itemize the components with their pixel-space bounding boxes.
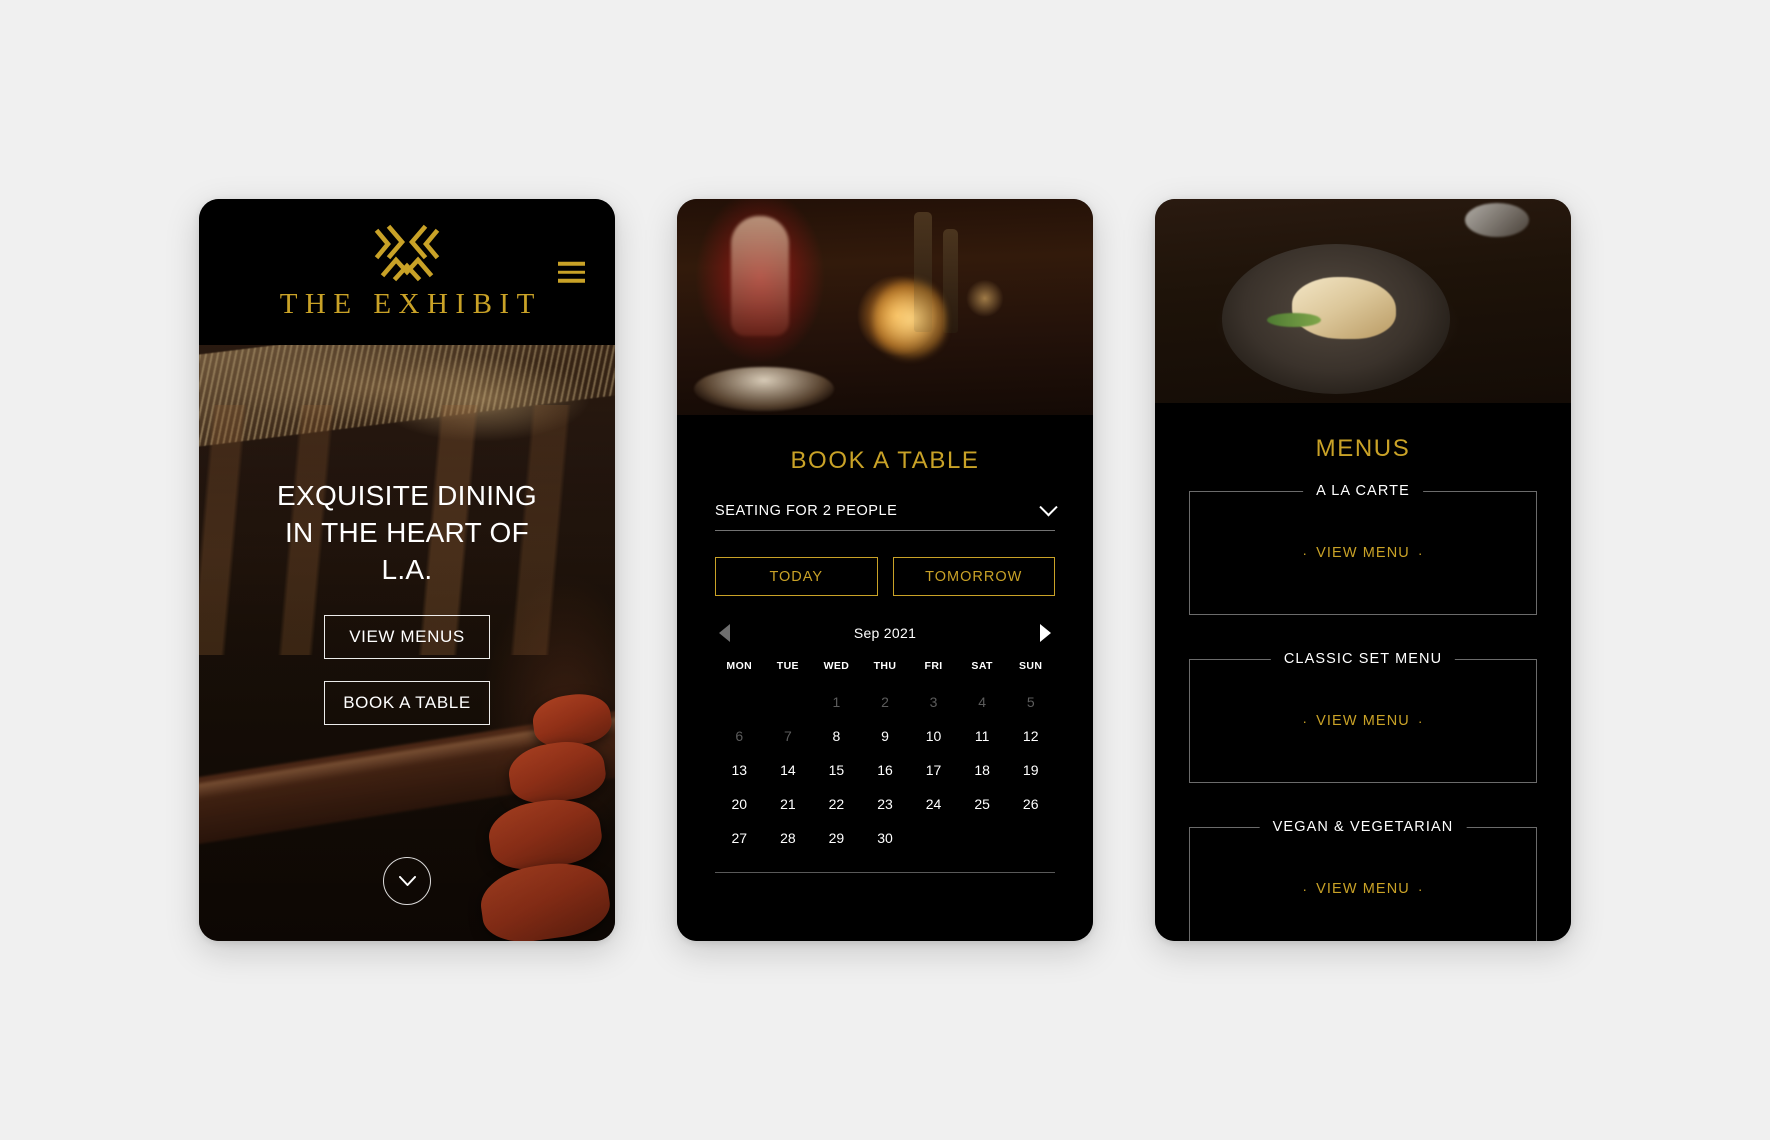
phone-screen-booking: BOOK A TABLE SEATING FOR 2 PEOPLE TODAY … <box>677 199 1093 941</box>
calendar-weekday-header: TUE <box>776 660 799 672</box>
calendar-navigation: Sep 2021 <box>715 624 1055 642</box>
calendar-grid: MON TUE WED THU FRI SAT SUN 1 2 3 4 5 6 7 8 9 10 11 12 13 14… <box>715 660 1055 850</box>
calendar-day-cell: 1 <box>832 694 841 710</box>
hero-headline: EXQUISITE DINING IN THE HEART OF L.A. <box>277 480 537 586</box>
arrow-right-icon[interactable] <box>1039 624 1051 642</box>
calendar-day-cell[interactable]: 22 <box>812 792 861 816</box>
dot-separator-icon: · <box>1417 713 1424 729</box>
calendar-day-cell[interactable]: 9 <box>861 724 910 748</box>
dot-separator-icon: · <box>1302 545 1309 561</box>
arrow-left-icon[interactable] <box>719 624 730 642</box>
menu-card: CLASSIC SET MENU · VIEW MENU · <box>1189 651 1537 783</box>
calendar-day-cell[interactable]: 10 <box>909 724 958 748</box>
plate-of-food <box>693 366 834 411</box>
view-menu-link[interactable]: · VIEW MENU · <box>1302 713 1423 729</box>
brand-name: THE EXHIBIT <box>279 287 542 320</box>
calendar-day-cell[interactable]: 29 <box>812 826 861 850</box>
calendar-divider <box>715 872 1055 873</box>
menu-card-title: A LA CARTE <box>1303 483 1423 499</box>
calendar-weekday-header: MON <box>726 660 753 672</box>
hamburger-bar <box>558 270 585 274</box>
hamburger-bar <box>558 278 585 283</box>
phone-mockup-stage: THE EXHIBIT EXQUISITE DINING IN THE HEAR… <box>0 0 1770 1140</box>
calendar-weekday-header: FRI <box>924 660 943 672</box>
calendar-day-cell[interactable]: 19 <box>1006 758 1055 782</box>
dining-couple-photo <box>677 199 1093 415</box>
view-menu-label: VIEW MENU <box>1316 545 1410 561</box>
calendar-day-cell[interactable]: 25 <box>958 792 1007 816</box>
calendar-day-cell[interactable]: 17 <box>909 758 958 782</box>
tomorrow-button[interactable]: TOMORROW <box>892 557 1055 596</box>
calendar-day-cell: 4 <box>978 694 987 710</box>
calendar-day-cell[interactable]: 14 <box>764 758 813 782</box>
seating-size-value: SEATING FOR 2 PEOPLE <box>715 503 898 519</box>
calendar-day-cell[interactable]: 11 <box>958 724 1007 748</box>
dot-separator-icon: · <box>1302 881 1309 897</box>
quick-day-buttons: TODAY TOMORROW <box>715 557 1055 596</box>
dot-separator-icon: · <box>1302 713 1309 729</box>
calendar-day-cell[interactable]: 13 <box>715 758 764 782</box>
menus-panel: MENUS A LA CARTE · VIEW MENU · CLASSIC SET M… <box>1155 403 1571 941</box>
food-portion <box>1292 276 1397 339</box>
calendar-day-cell[interactable]: 12 <box>1006 724 1055 748</box>
view-menu-link[interactable]: · VIEW MENU · <box>1302 881 1423 897</box>
calendar-weekday-header: SAT <box>971 660 993 672</box>
plated-dish-photo <box>1155 199 1571 403</box>
calendar-day-cell[interactable]: 30 <box>861 826 910 850</box>
x-monogram-logo-icon <box>374 224 440 281</box>
calendar-day-cell[interactable]: 20 <box>715 792 764 816</box>
view-menu-link[interactable]: · VIEW MENU · <box>1302 545 1423 561</box>
seating-size-select[interactable]: SEATING FOR 2 PEOPLE <box>715 497 1058 531</box>
calendar-day-cell: 2 <box>881 694 889 710</box>
menu-card-title: CLASSIC SET MENU <box>1270 651 1456 667</box>
calendar-day-cell: 3 <box>929 694 938 710</box>
hero-content: EXQUISITE DINING IN THE HEART OF L.A. VI… <box>199 345 615 941</box>
scroll-down-button[interactable] <box>383 857 431 905</box>
calendar-day-cell[interactable]: 18 <box>958 758 1007 782</box>
calendar-day-cell[interactable]: 8 <box>812 724 861 748</box>
calendar-day-cell[interactable]: 24 <box>909 792 958 816</box>
calendar-empty-cell <box>764 690 813 714</box>
calendar-day-cell[interactable]: 15 <box>812 758 861 782</box>
phone-screen-menus: MENUS A LA CARTE · VIEW MENU · CLASSIC SET M… <box>1155 199 1571 941</box>
today-button[interactable]: TODAY <box>715 557 878 596</box>
calendar-day-cell[interactable]: 23 <box>861 792 910 816</box>
calendar-weekday-header: SUN <box>1019 660 1043 672</box>
hamburger-bar <box>558 261 585 266</box>
book-a-table-button[interactable]: BOOK A TABLE <box>324 680 490 725</box>
menu-card-title: VEGAN & VEGETARIAN <box>1259 819 1467 835</box>
dot-separator-icon: · <box>1417 545 1424 561</box>
calendar-month-label: Sep 2021 <box>853 625 917 641</box>
calendar-weekday-header: THU <box>873 660 897 672</box>
hand-with-wine-glass <box>731 216 790 337</box>
booking-title: BOOK A TABLE <box>790 447 980 474</box>
hamburger-menu-icon[interactable] <box>558 261 585 283</box>
calendar-day-cell[interactable]: 28 <box>764 826 813 850</box>
hero-section: EXQUISITE DINING IN THE HEART OF L.A. VI… <box>199 345 615 941</box>
chevron-down-icon <box>398 875 416 886</box>
view-menus-button[interactable]: VIEW MENUS <box>324 614 490 659</box>
calendar-day-cell: 6 <box>735 728 744 744</box>
phone-screen-home: THE EXHIBIT EXQUISITE DINING IN THE HEAR… <box>199 199 615 941</box>
menu-card: VEGAN & VEGETARIAN · VIEW MENU · <box>1189 819 1537 941</box>
menu-card-list: A LA CARTE · VIEW MENU · CLASSIC SET MENU · VI… <box>1189 483 1537 941</box>
view-menu-label: VIEW MENU <box>1316 881 1410 897</box>
candle-flame <box>872 276 947 361</box>
calendar-day-cell[interactable]: 27 <box>715 826 764 850</box>
utensil <box>1465 203 1530 238</box>
site-header: THE EXHIBIT <box>199 199 615 345</box>
calendar-day-cell: 5 <box>1026 694 1035 710</box>
menu-card: A LA CARTE · VIEW MENU · <box>1189 483 1537 615</box>
menus-title: MENUS <box>1315 435 1411 462</box>
view-menu-label: VIEW MENU <box>1316 713 1410 729</box>
calendar-empty-cell <box>715 690 764 714</box>
calendar-day-cell[interactable]: 16 <box>861 758 910 782</box>
booking-panel: BOOK A TABLE SEATING FOR 2 PEOPLE TODAY … <box>677 415 1093 941</box>
calendar-day-cell[interactable]: 21 <box>764 792 813 816</box>
calendar-weekday-header: WED <box>823 660 850 672</box>
dot-separator-icon: · <box>1417 881 1424 897</box>
calendar-day-cell[interactable]: 26 <box>1006 792 1055 816</box>
calendar-day-cell: 7 <box>783 728 792 744</box>
